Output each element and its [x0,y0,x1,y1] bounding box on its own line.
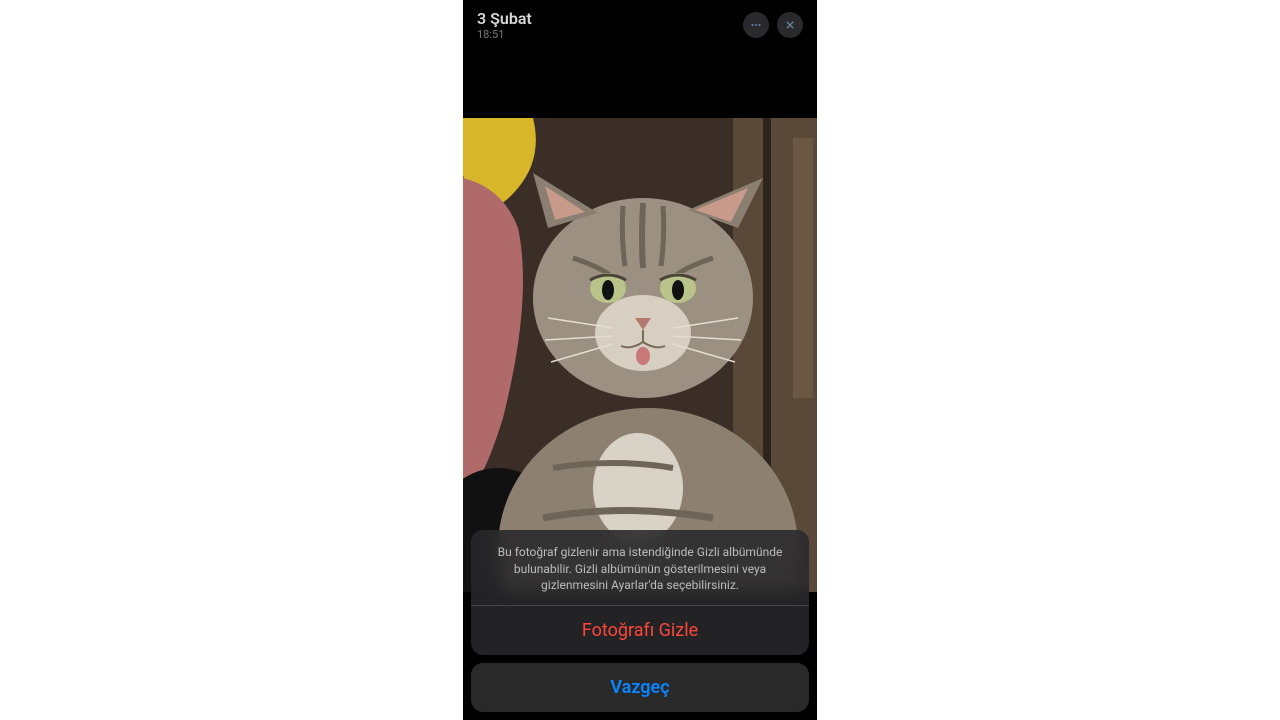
action-sheet: Bu fotoğraf gizlenir ama istendiğinde Gi… [471,530,809,712]
photo-time: 18:51 [477,29,532,41]
hide-photo-button[interactable]: Fotoğrafı Gizle [471,606,809,655]
phone-screen: 3 Şubat 18:51 Bu fotoğraf gizlenir [463,0,817,720]
photo[interactable] [463,118,817,592]
more-button[interactable] [743,12,769,38]
action-sheet-card: Bu fotoğraf gizlenir ama istendiğinde Gi… [471,530,809,655]
header-title-block: 3 Şubat 18:51 [477,10,532,41]
header-buttons [743,12,803,38]
photo-viewer-header: 3 Şubat 18:51 [477,10,803,48]
photo-date: 3 Şubat [477,10,532,28]
cancel-button[interactable]: Vazgeç [471,663,809,712]
stage: 3 Şubat 18:51 Bu fotoğraf gizlenir [0,0,1280,720]
close-icon [783,18,797,32]
action-sheet-message: Bu fotoğraf gizlenir ama istendiğinde Gi… [471,530,809,605]
cat-photo-svg [463,118,817,592]
close-button[interactable] [777,12,803,38]
ellipsis-icon [749,18,763,32]
